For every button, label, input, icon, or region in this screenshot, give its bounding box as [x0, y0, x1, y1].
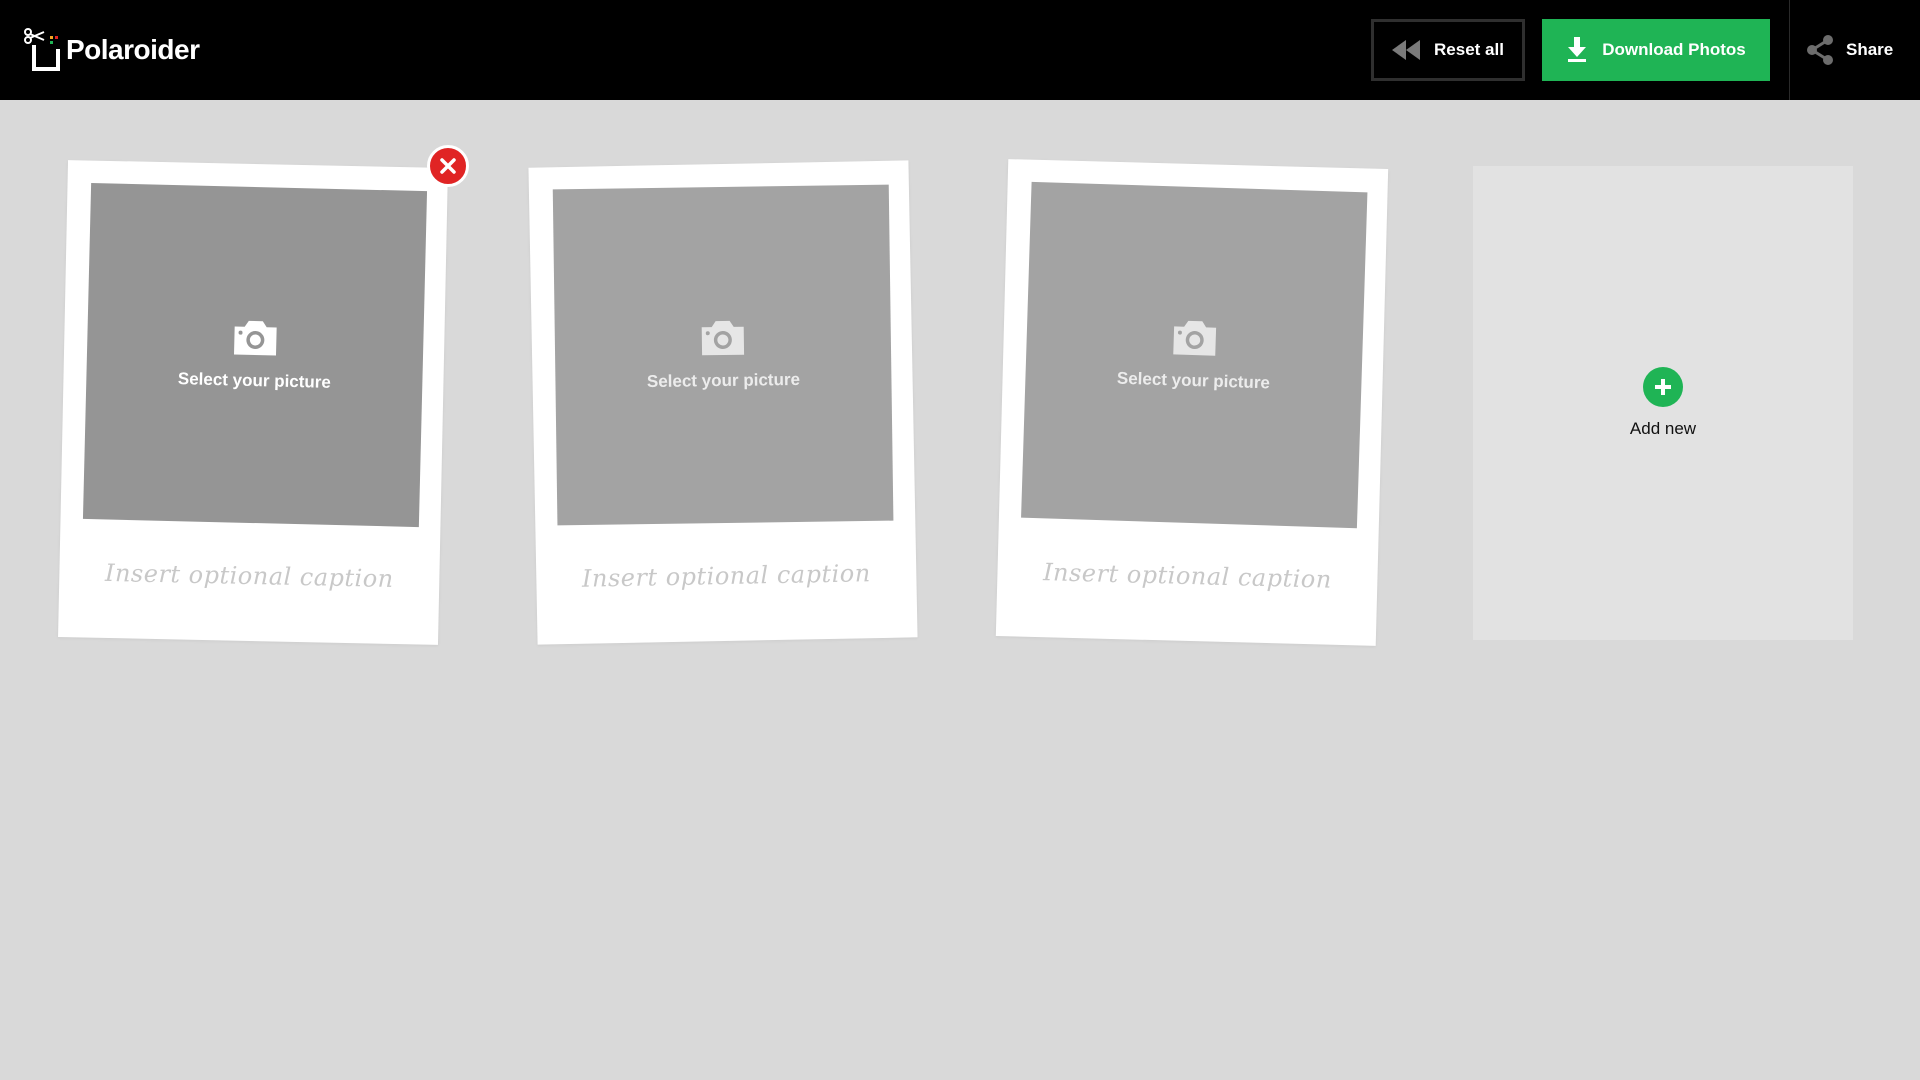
camera-icon: [1173, 320, 1217, 356]
photo-select-area[interactable]: Select your picture: [82, 182, 428, 528]
polaroid-card: Select your picture Insert optional capt…: [995, 159, 1389, 646]
add-new-card-button[interactable]: Add new: [1473, 166, 1853, 640]
polaroid-card: Select your picture Insert optional capt…: [528, 160, 918, 645]
app-logo[interactable]: Polaroider: [24, 26, 200, 74]
header-divider: [1789, 0, 1790, 100]
share-button[interactable]: Share: [1806, 30, 1902, 70]
download-arrow-icon: [1568, 37, 1587, 62]
camera-icon: [701, 320, 745, 356]
select-picture-label: Select your picture: [646, 369, 801, 392]
caption-input[interactable]: Insert optional caption: [997, 557, 1378, 595]
camera-icon: [234, 320, 277, 356]
close-icon: [440, 158, 456, 174]
reset-all-label: Reset all: [1434, 40, 1504, 59]
download-photos-button[interactable]: Download Photos: [1542, 19, 1770, 81]
reset-all-button[interactable]: Reset all: [1371, 19, 1525, 81]
download-photos-label: Download Photos: [1602, 40, 1746, 59]
select-picture-label: Select your picture: [177, 369, 332, 392]
delete-card-button[interactable]: [427, 145, 469, 187]
share-label: Share: [1846, 40, 1894, 59]
top-bar: Polaroider Reset all Download Photos Sha…: [0, 0, 1920, 100]
polaroid-card: Select your picture Insert optional capt…: [58, 160, 448, 645]
caption-input[interactable]: Insert optional caption: [536, 558, 916, 593]
plus-icon: [1643, 367, 1683, 407]
app-name: Polaroider: [66, 34, 200, 65]
share-nodes-icon: [1807, 35, 1833, 65]
photo-select-area[interactable]: Select your picture: [552, 184, 894, 526]
polaroid-scissors-logo-icon: [24, 28, 60, 71]
select-picture-label: Select your picture: [1116, 368, 1271, 393]
photo-select-area[interactable]: Select your picture: [1021, 181, 1368, 529]
rewind-icon: [1392, 40, 1421, 60]
add-new-label: Add new: [1629, 419, 1697, 438]
caption-input[interactable]: Insert optional caption: [59, 558, 440, 594]
